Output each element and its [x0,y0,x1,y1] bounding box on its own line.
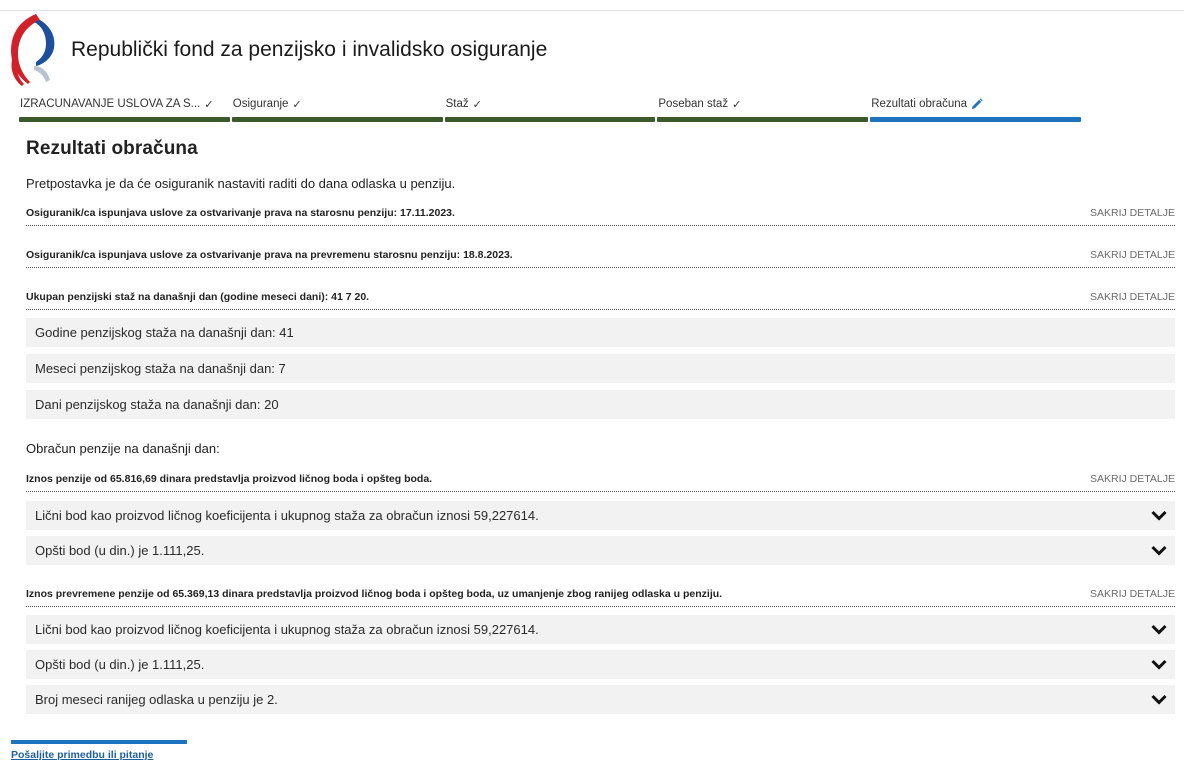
accordion-text: Lični bod kao proizvod ličnog koeficijen… [35,508,539,523]
detail-row-days: Dani penzijskog staža na današnji dan: 2… [26,390,1175,419]
results-panel: Rezultati obračuna Pretpostavka je da će… [26,138,1176,714]
step-progress-bar [444,117,656,122]
check-icon: ✓ [204,99,214,111]
accordion-text: Broj meseci ranijeg odlaska u penziju je… [35,692,278,707]
accordion-row-personal-point[interactable]: Lični bod kao proizvod ličnog koeficijen… [26,501,1175,530]
step-osiguranje[interactable]: Osiguranje ✓ [231,98,445,122]
step-progress-bar [870,117,1081,122]
chevron-down-icon[interactable] [1151,694,1167,705]
detail-text: Godine penzijskog staža na današnji dan:… [35,325,294,340]
check-icon: ✓ [292,99,302,111]
step-label: Osiguranje [232,98,289,110]
section-early-pension-eligibility: Osiguranik/ca ispunjava uslove za ostvar… [26,246,1175,268]
hide-details-toggle[interactable]: SAKRIJ DETALJE [1090,588,1175,600]
feedback-accent-bar [11,740,187,744]
detail-text: Meseci penzijskog staža na današnji dan:… [35,361,286,376]
pio-fund-logo[interactable] [6,12,58,88]
section-total-service: Ukupan penzijski staž na današnji dan (g… [26,288,1175,310]
step-uslovi[interactable]: IZRAČUNAVANJE USLOVA ZA S... ✓ [19,98,232,122]
site-header: Republički fond za penzijsko i invalidsk… [6,12,706,88]
detail-row-years: Godine penzijskog staža na današnji dan:… [26,318,1175,347]
accordion-row-general-point[interactable]: Opšti bod (u din.) je 1.111,25. [26,650,1175,679]
step-label: Poseban staž [658,98,729,110]
step-staz[interactable]: Staž ✓ [444,98,658,122]
calculation-label: Obračun penzije na današnji dan: [26,441,220,456]
accordion-text: Opšti bod (u din.) je 1.111,25. [35,657,205,672]
section-old-age-pension: Osiguranik/ca ispunjava uslove za ostvar… [26,204,1175,226]
pencil-icon [972,98,983,109]
section-summary: Iznos penzije od 65.816,69 dinara predst… [26,473,433,485]
section-summary: Osiguranik/ca ispunjava uslove za ostvar… [26,207,455,219]
hide-details-toggle[interactable]: SAKRIJ DETALJE [1090,473,1175,485]
wizard-steps: IZRAČUNAVANJE USLOVA ZA S... ✓ Osiguranje… [19,98,1083,122]
step-label: Staž [445,98,469,110]
section-summary: Ukupan penzijski staž na današnji dan (g… [26,291,370,303]
detail-row-months: Meseci penzijskog staža na današnji dan:… [26,354,1175,383]
step-label: IZRAČUNAVANJE USLOVA ZA S... [20,98,201,110]
accordion-text: Lični bod kao proizvod ličnog koeficijen… [35,622,539,637]
step-label: Rezultati obračuna [871,98,968,110]
section-early-pension-amount: Iznos prevremene penzije od 65.369,13 di… [26,585,1175,607]
accordion-row-early-months[interactable]: Broj meseci ranijeg odlaska u penziju je… [26,685,1175,714]
chevron-down-icon[interactable] [1151,510,1167,521]
hide-details-toggle[interactable]: SAKRIJ DETALJE [1090,249,1175,261]
detail-text: Dani penzijskog staža na današnji dan: 2… [35,397,279,412]
hide-details-toggle[interactable]: SAKRIJ DETALJE [1090,291,1175,303]
section-summary: Osiguranik/ca ispunjava uslove za ostvar… [26,249,513,261]
feedback-link[interactable]: Pošaljite primedbu ili pitanje [11,749,153,761]
step-progress-bar [19,117,230,122]
page-title: Rezultati obračuna [26,138,198,159]
section-pension-amount: Iznos penzije od 65.816,69 dinara predst… [26,470,1175,492]
site-title: Republički fond za penzijsko i invalidsk… [71,38,548,61]
check-icon: ✓ [472,99,482,111]
accordion-row-general-point[interactable]: Opšti bod (u din.) je 1.111,25. [26,536,1175,565]
top-divider [0,10,1184,11]
accordion-row-personal-point[interactable]: Lični bod kao proizvod ličnog koeficijen… [26,615,1175,644]
step-poseban-staz[interactable]: Poseban staž ✓ [657,98,870,122]
assumption-text: Pretpostavka je da će osiguranik nastavi… [26,176,456,191]
chevron-down-icon[interactable] [1151,624,1167,635]
accordion-text: Opšti bod (u din.) je 1.111,25. [35,543,205,558]
section-summary: Iznos prevremene penzije od 65.369,13 di… [26,588,723,600]
chevron-down-icon[interactable] [1151,545,1167,556]
step-progress-bar [657,117,869,122]
step-rezultati[interactable]: Rezultati obračuna [870,98,1083,122]
chevron-down-icon[interactable] [1151,659,1167,670]
hide-details-toggle[interactable]: SAKRIJ DETALJE [1090,207,1175,219]
step-progress-bar [231,117,443,122]
check-icon: ✓ [732,99,742,111]
